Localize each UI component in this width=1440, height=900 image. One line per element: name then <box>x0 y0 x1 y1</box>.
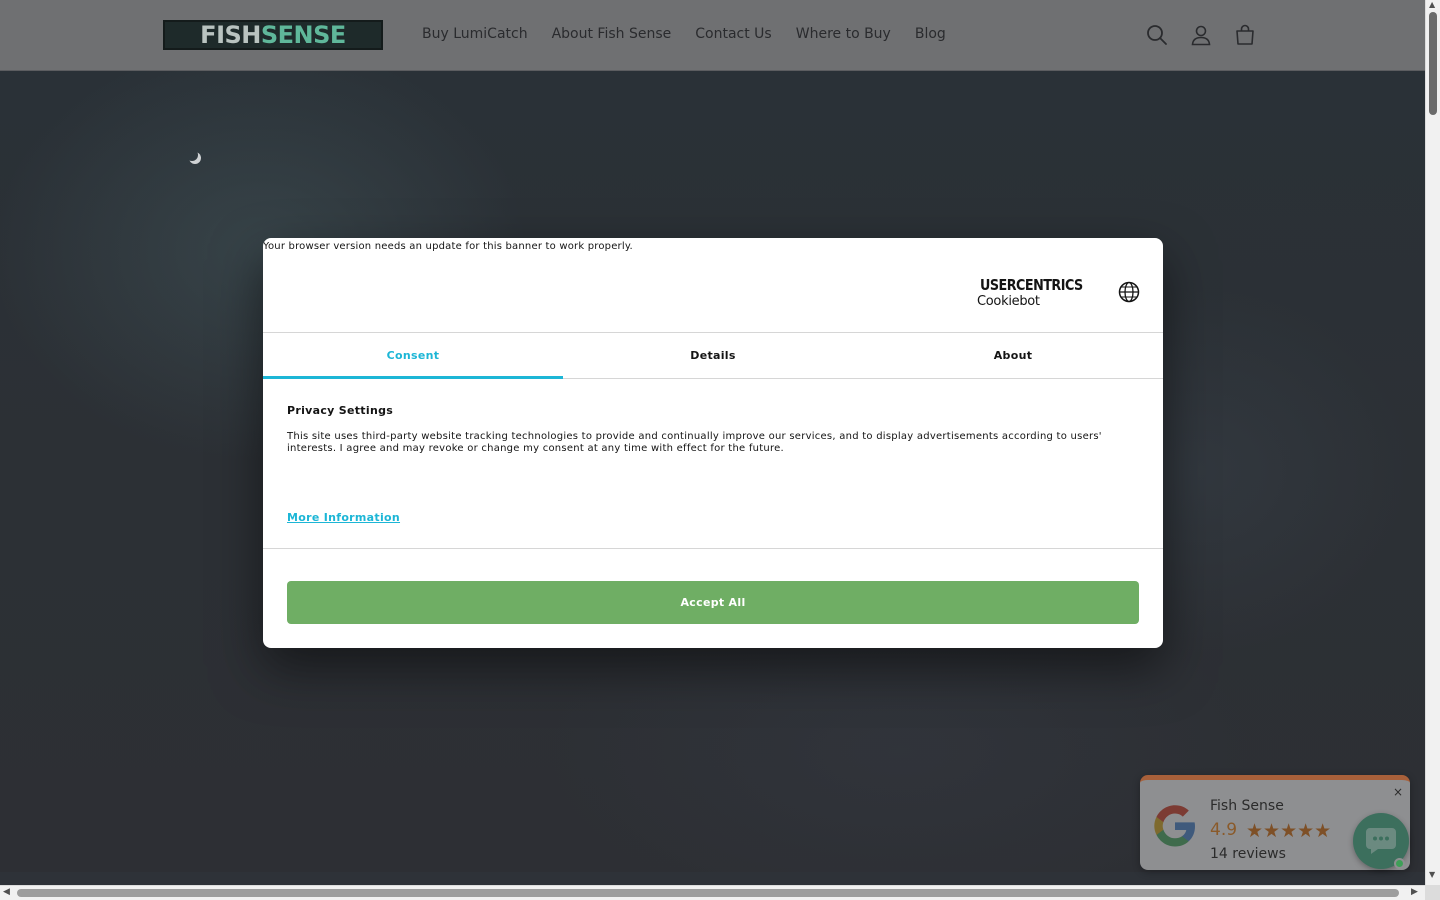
review-business-name: Fish Sense <box>1210 798 1284 814</box>
language-globe-icon[interactable] <box>1118 281 1140 303</box>
nav-buy-lumicatch[interactable]: Buy LumiCatch <box>422 26 528 42</box>
accept-all-button[interactable]: Accept All <box>287 581 1139 624</box>
tab-details[interactable]: Details <box>563 333 863 378</box>
chat-bubble-icon <box>1366 828 1396 854</box>
brand-name: USERCENTRICS <box>980 276 1083 294</box>
horizontal-scrollbar[interactable]: ◀ ▶ <box>0 885 1425 900</box>
account-icon[interactable] <box>1187 21 1215 49</box>
nav-where-to-buy[interactable]: Where to Buy <box>796 26 891 42</box>
tab-consent[interactable]: Consent <box>263 333 563 379</box>
fishsense-logo[interactable]: FISH SENSE <box>163 20 383 50</box>
review-rating: 4.9 <box>1210 820 1238 840</box>
close-icon[interactable]: × <box>1393 786 1403 798</box>
review-count: 14 reviews <box>1210 846 1286 862</box>
nav-contact-us[interactable]: Contact Us <box>695 26 771 42</box>
review-stars: ★★★★★ <box>1246 820 1332 842</box>
tab-about[interactable]: About <box>863 333 1163 378</box>
cookie-consent-dialog: Your browser version needs an update for… <box>263 238 1163 648</box>
nav-about-fish-sense[interactable]: About Fish Sense <box>552 26 672 42</box>
scroll-left-arrow-icon[interactable]: ◀ <box>3 887 10 897</box>
moon-graphic <box>186 149 198 161</box>
usercentrics-cookiebot-logo: USERCENTRICS Cookiebot <box>977 276 1093 312</box>
scrollbar-corner <box>1425 885 1440 900</box>
logo-text-fish: FISH <box>200 21 261 49</box>
vertical-scroll-thumb[interactable] <box>1429 12 1437 115</box>
privacy-settings-heading: Privacy Settings <box>287 404 394 417</box>
online-status-dot <box>1394 858 1405 869</box>
nav-blog[interactable]: Blog <box>915 26 946 42</box>
privacy-settings-text: This site uses third-party website track… <box>287 431 1102 454</box>
consent-tabs: Consent Details About <box>263 332 1163 379</box>
search-icon[interactable] <box>1143 21 1171 49</box>
more-information-link[interactable]: More Information <box>287 511 400 524</box>
scroll-down-arrow-icon[interactable]: ▼ <box>1429 870 1435 879</box>
divider <box>263 548 1163 549</box>
main-nav: Buy LumiCatch About Fish Sense Contact U… <box>422 26 970 42</box>
scroll-right-arrow-icon[interactable]: ▶ <box>1411 887 1418 897</box>
browser-update-notice: Your browser version needs an update for… <box>263 241 633 252</box>
consent-content: Privacy Settings This site uses third-pa… <box>287 404 1137 455</box>
scroll-up-arrow-icon[interactable]: ▲ <box>1429 0 1435 9</box>
vertical-scrollbar[interactable]: ▲ ▼ <box>1425 0 1440 885</box>
horizontal-scroll-thumb[interactable] <box>17 889 1399 897</box>
brand-sub: Cookiebot <box>977 294 1040 309</box>
cart-icon[interactable] <box>1231 21 1259 49</box>
logo-text-sense: SENSE <box>260 21 346 49</box>
google-logo-icon <box>1152 803 1198 849</box>
site-header: FISH SENSE Buy LumiCatch About Fish Sense… <box>0 0 1425 71</box>
